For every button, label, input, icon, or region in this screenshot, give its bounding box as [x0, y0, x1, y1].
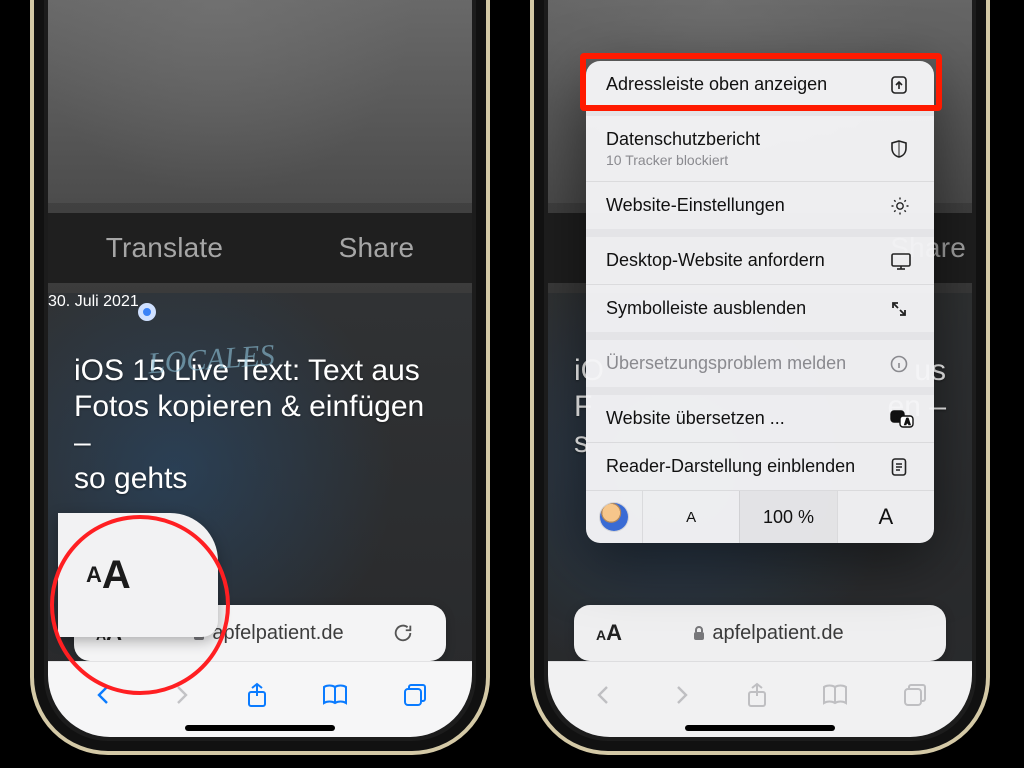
home-indicator: [685, 725, 835, 731]
chevron-left-icon: [592, 683, 616, 707]
menu-item-privacy-report[interactable]: Datenschutzbericht 10 Tracker blockiert: [586, 108, 934, 181]
address-bar[interactable]: AA apfelpatient.de ·: [574, 605, 946, 661]
share-button-toolbar[interactable]: [245, 682, 269, 708]
page-settings-menu: Adressleiste oben anzeigen Datenschutzbe…: [586, 61, 934, 543]
zoom-increase[interactable]: A: [837, 491, 934, 543]
profile-avatar[interactable]: [586, 491, 642, 543]
bookmarks-button[interactable]: [321, 683, 349, 707]
forward-button: [169, 683, 193, 707]
translate-button[interactable]: Translate: [106, 232, 223, 264]
tabs-icon: [902, 682, 928, 708]
tabs-icon: [402, 682, 428, 708]
share-icon: [245, 682, 269, 708]
reload-icon: [392, 622, 414, 644]
action-band: Translate Share: [48, 213, 472, 283]
book-icon: [321, 683, 349, 707]
back-button[interactable]: [92, 683, 116, 707]
zoom-value: 100 %: [739, 491, 836, 543]
forward-button: [669, 683, 693, 707]
phone-right: . Share iO us F en – s Adressleiste obe: [530, 0, 990, 755]
chevron-left-icon: [92, 683, 116, 707]
menu-item-translate-website[interactable]: Website übersetzen ... 文 A: [586, 387, 934, 442]
menu-item-address-bar-top[interactable]: Adressleiste oben anzeigen: [586, 61, 934, 108]
hero-image: [48, 0, 472, 203]
bookmarks-button: [821, 683, 849, 707]
url-display[interactable]: apfelpatient.de: [644, 622, 892, 645]
webpage-content: Translate Share iOS 15 Live Text: Text a…: [48, 0, 472, 737]
share-icon: [745, 682, 769, 708]
translate-icon: 文 A: [890, 410, 916, 428]
expand-icon: [890, 300, 916, 318]
chevron-right-icon: [169, 683, 193, 707]
gear-icon: [890, 196, 916, 216]
svg-text:A: A: [905, 417, 911, 426]
bottom-toolbar: [548, 661, 972, 737]
menu-item-request-desktop[interactable]: Desktop-Website anfordern: [586, 229, 934, 284]
reader-icon: [890, 457, 916, 477]
menu-item-report-translation: Übersetzungsproblem melden: [586, 332, 934, 387]
page-settings-aa-button-enlarged[interactable]: AA: [58, 513, 218, 637]
menu-item-website-settings[interactable]: Website-Einstellungen: [586, 181, 934, 229]
info-icon: [890, 355, 916, 373]
page-settings-aa-button[interactable]: AA: [574, 620, 644, 646]
webpage-content: . Share iO us F en – s Adressleiste obe: [548, 0, 972, 737]
share-button-toolbar: [745, 682, 769, 708]
back-button: [592, 683, 616, 707]
home-indicator: [185, 725, 335, 731]
reload-button[interactable]: [392, 622, 446, 644]
zoom-row: A 100 % A: [586, 490, 934, 543]
desktop-icon: [890, 252, 916, 270]
lock-icon: [692, 625, 706, 641]
shield-icon: [890, 139, 916, 159]
share-button[interactable]: Share: [339, 232, 415, 264]
menu-item-show-reader[interactable]: Reader-Darstellung einblenden: [586, 442, 934, 490]
move-to-top-icon: [890, 75, 916, 95]
zoom-decrease[interactable]: A: [642, 491, 739, 543]
book-icon: [821, 683, 849, 707]
chevron-right-icon: [669, 683, 693, 707]
tabs-button[interactable]: [402, 682, 428, 708]
tabs-button: [902, 682, 928, 708]
phone-left: Translate Share iOS 15 Live Text: Text a…: [30, 0, 490, 755]
menu-item-hide-toolbar[interactable]: Symbolleiste ausblenden: [586, 284, 934, 332]
